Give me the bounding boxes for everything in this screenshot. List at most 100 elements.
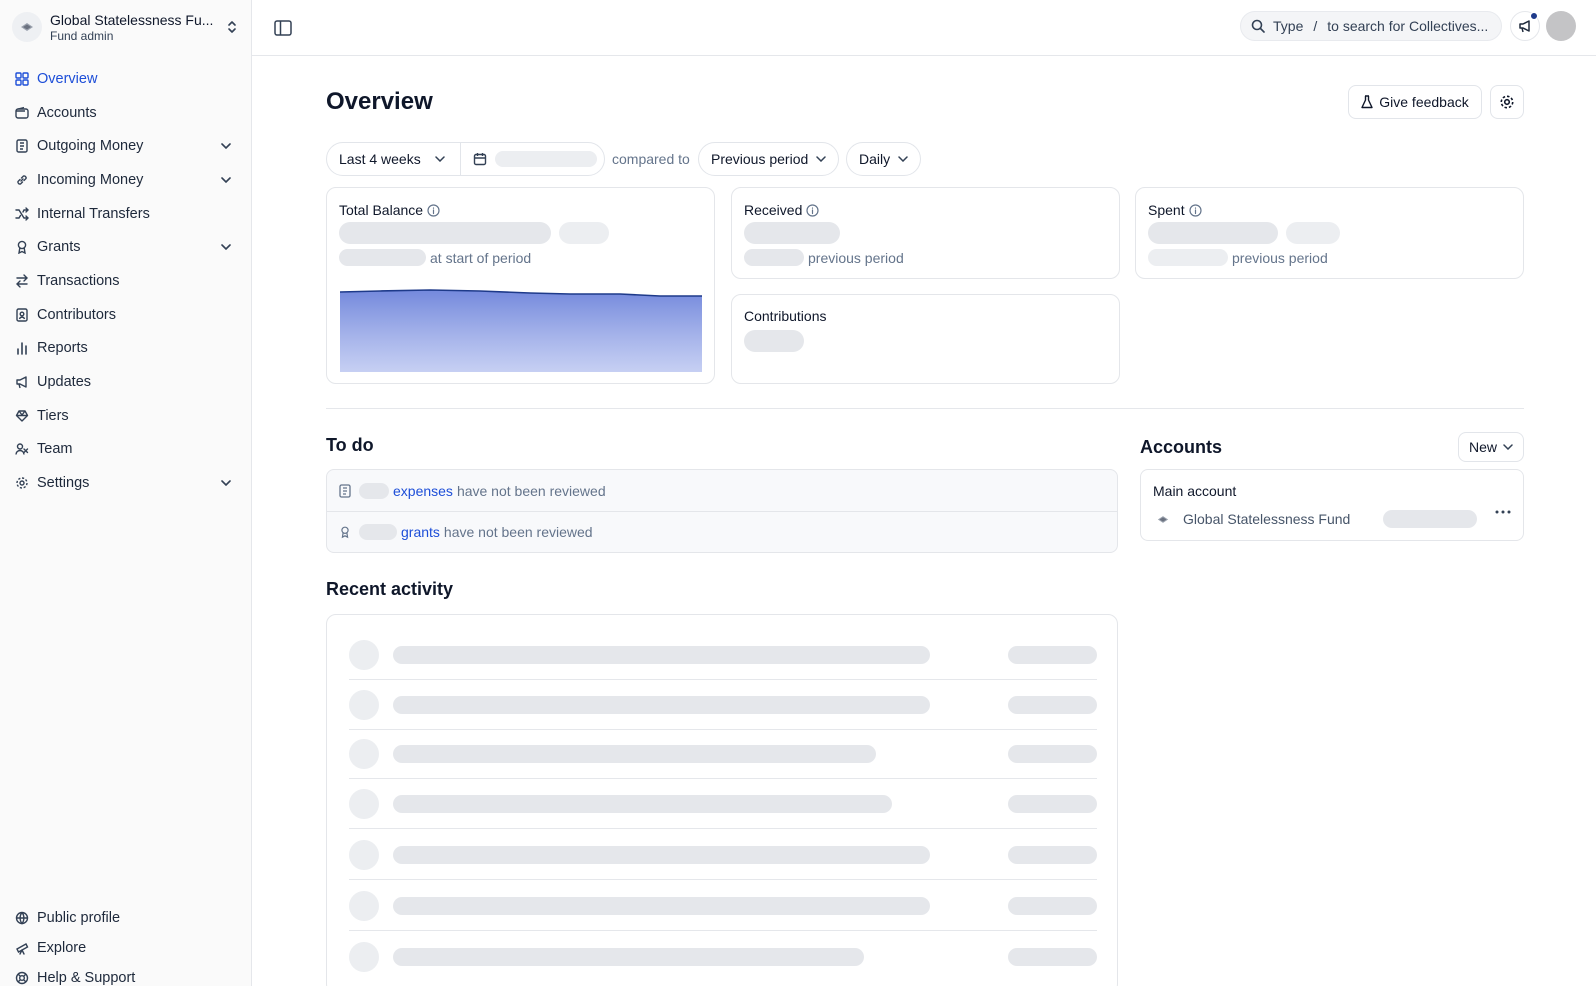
activity-row-skeleton [349, 779, 1097, 829]
received-card[interactable]: Received previous period [731, 187, 1120, 279]
org-role: Fund admin [50, 28, 114, 43]
todo-item[interactable]: expenses have not been reviewed [327, 470, 1117, 511]
sidebar-item-label: Explore [37, 940, 87, 956]
dashboard-settings-button[interactable] [1490, 85, 1524, 119]
period-picker: Last 4 weeks [326, 142, 605, 176]
sidebar-item-overview[interactable]: Overview [8, 62, 244, 96]
contributions-card[interactable]: Contributions [731, 294, 1120, 384]
expenses-link[interactable]: expenses [393, 483, 453, 499]
gear-icon [14, 475, 30, 491]
total-balance-title: Total Balance [339, 202, 424, 218]
give-feedback-label: Give feedback [1379, 94, 1469, 110]
org-logo-icon [1153, 509, 1173, 529]
avatar[interactable] [1546, 11, 1576, 41]
calendar-icon [473, 152, 487, 166]
grants-link[interactable]: grants [401, 524, 440, 540]
contributions-amount-skeleton [744, 330, 804, 352]
sidebar-item-label: Incoming Money [37, 171, 144, 188]
sidebar-item-team[interactable]: Team [8, 433, 244, 467]
sidebar-item-updates[interactable]: Updates [8, 365, 244, 399]
activity-row-skeleton [349, 881, 1097, 931]
balance-area-chart [340, 289, 702, 372]
sidebar-toggle-icon[interactable] [270, 15, 296, 41]
chevron-down-icon [218, 138, 234, 154]
gear-icon [1500, 95, 1514, 109]
flask-icon [1361, 95, 1373, 109]
org-switcher[interactable]: Global Statelessness Fu... Fund admin [12, 10, 240, 44]
new-account-button[interactable]: New [1458, 432, 1524, 462]
telescope-icon [14, 940, 30, 956]
grid-icon [14, 71, 30, 87]
org-logo-icon [12, 12, 42, 42]
received-title: Received [744, 202, 803, 218]
sidebar-item-settings[interactable]: Settings [8, 466, 244, 500]
megaphone-icon [1519, 20, 1530, 33]
sidebar-item-grants[interactable]: Grants [8, 230, 244, 264]
interval-select[interactable]: Daily [846, 142, 922, 176]
account-name: Global Statelessness Fund [1183, 511, 1351, 527]
sidebar-item-label: Grants [37, 239, 81, 256]
shuffle-icon [14, 206, 30, 222]
comparison-select[interactable]: Previous period [698, 142, 840, 176]
spent-amount-skeleton [1148, 222, 1278, 244]
sidebar-item-internal-transfers[interactable]: Internal Transfers [8, 197, 244, 231]
previous-period-label: previous period [808, 249, 904, 266]
globe-icon [14, 910, 30, 926]
activity-row-skeleton [349, 680, 1097, 730]
balance-area [340, 290, 702, 372]
period-select[interactable]: Last 4 weeks [327, 143, 461, 175]
sidebar-item-contributors[interactable]: Contributors [8, 298, 244, 332]
sidebar-item-public-profile[interactable]: Public profile [8, 903, 244, 933]
total-balance-card[interactable]: Total Balance at start of period [326, 187, 715, 384]
activity-row-skeleton [349, 932, 1097, 982]
search-prefix: Type [1273, 18, 1304, 34]
bar-chart-icon [14, 340, 30, 356]
info-icon[interactable] [427, 203, 440, 217]
period-value: Last 4 weeks [339, 151, 421, 167]
sidebar-item-reports[interactable]: Reports [8, 332, 244, 366]
sidebar: Global Statelessness Fu... Fund admin Ov… [0, 0, 252, 986]
contacts-icon [14, 307, 30, 323]
chevron-down-icon [218, 172, 234, 188]
lifebuoy-icon [14, 970, 30, 986]
balance-change-skeleton [559, 222, 609, 244]
sidebar-item-transactions[interactable]: Transactions [8, 264, 244, 298]
sidebar-item-label: Updates [37, 374, 92, 391]
sidebar-item-label: Accounts [37, 104, 97, 121]
sidebar-item-tiers[interactable]: Tiers [8, 399, 244, 433]
todo-text: have not been reviewed [443, 524, 593, 540]
info-icon[interactable] [1188, 203, 1202, 217]
chevron-down-icon [816, 156, 827, 162]
spent-card[interactable]: Spent previous period [1135, 187, 1524, 279]
more-horizontal-icon[interactable] [1495, 510, 1511, 514]
todo-text: have not been reviewed [456, 482, 606, 499]
sidebar-item-label: Contributors [37, 306, 116, 323]
sidebar-item-help[interactable]: Help & Support [8, 963, 244, 986]
info-icon[interactable] [806, 203, 819, 217]
announcements-button[interactable] [1510, 11, 1540, 41]
chevrons-up-down-icon [224, 17, 240, 37]
sidebar-item-label: Settings [37, 475, 90, 492]
link-icon [14, 172, 30, 188]
sidebar-item-explore[interactable]: Explore [8, 933, 244, 963]
notification-dot [1530, 12, 1538, 20]
spent-title: Spent [1148, 202, 1185, 218]
comparison-value: Previous period [711, 151, 809, 167]
sidebar-item-label: Transactions [37, 272, 120, 289]
account-row[interactable]: Global Statelessness Fund [1153, 509, 1513, 529]
todo-item[interactable]: grants have not been reviewed [327, 511, 1117, 552]
compared-to-label: compared to [612, 151, 690, 167]
sidebar-item-outgoing-money[interactable]: Outgoing Money [8, 129, 244, 163]
todo-list: expenses have not been reviewed grants h… [326, 469, 1118, 553]
search-input[interactable]: Type / to search for Collectives... [1240, 11, 1502, 41]
activity-row-skeleton [349, 729, 1097, 779]
date-range-picker[interactable] [461, 143, 604, 175]
new-label: New [1468, 439, 1497, 455]
main-account-card: Main account Global Statelessness Fund [1140, 469, 1524, 541]
give-feedback-button[interactable]: Give feedback [1348, 85, 1482, 119]
chevron-down-icon [218, 475, 234, 491]
sidebar-item-accounts[interactable]: Accounts [8, 96, 244, 130]
sidebar-item-incoming-money[interactable]: Incoming Money [8, 163, 244, 197]
arrows-icon [14, 273, 30, 289]
sidebar-item-label: Team [37, 441, 73, 458]
